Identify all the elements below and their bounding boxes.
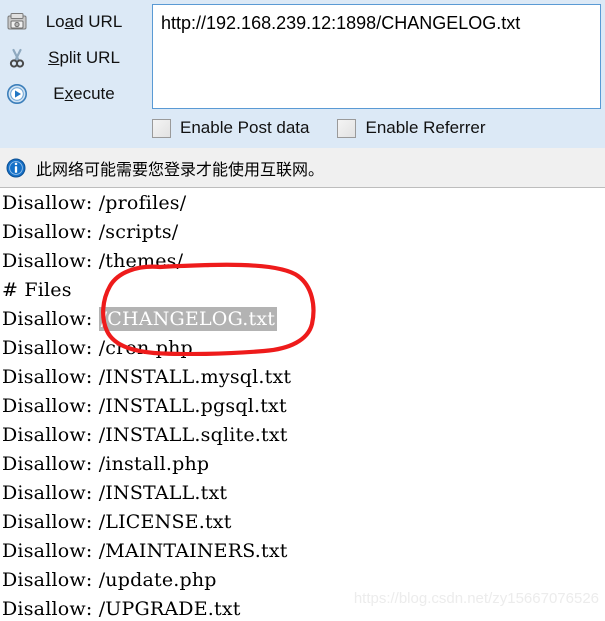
- code-line: Disallow: /INSTALL.sqlite.txt: [0, 421, 605, 450]
- code-line-prefix: # Files: [2, 279, 72, 301]
- code-line: Disallow: /INSTALL.mysql.txt: [0, 363, 605, 392]
- code-line: Disallow: /INSTALL.txt: [0, 479, 605, 508]
- toolbar: Load URL Split URL Execute http://192.16…: [0, 0, 605, 148]
- code-line-prefix: Disallow:: [2, 366, 99, 388]
- code-line-path: /INSTALL.pgsql.txt: [98, 395, 287, 417]
- code-line-path: /INSTALL.sqlite.txt: [98, 424, 288, 446]
- scissors-icon: [4, 45, 30, 71]
- code-line: Disallow: /INSTALL.pgsql.txt: [0, 392, 605, 421]
- code-line-prefix: Disallow:: [2, 192, 99, 214]
- code-line-path: /install.php: [98, 453, 210, 475]
- code-line-prefix: Disallow:: [2, 598, 99, 620]
- code-line: Disallow: /CHANGELOG.txt: [0, 305, 605, 334]
- toolbar-action-list: Load URL Split URL Execute: [0, 4, 150, 112]
- code-line-prefix: Disallow:: [2, 453, 99, 475]
- code-line-path: /CHANGELOG.txt: [98, 307, 278, 331]
- code-line-path: /themes/: [98, 250, 184, 272]
- play-icon: [4, 81, 30, 107]
- load-url-label: Load URL: [45, 12, 123, 31]
- code-line-prefix: Disallow:: [2, 250, 99, 272]
- code-line-path: /LICENSE.txt: [98, 511, 232, 533]
- code-line-prefix: Disallow:: [2, 221, 99, 243]
- enable-referrer-label: Enable Referrer: [365, 118, 486, 137]
- split-url-button[interactable]: Split URL: [0, 40, 150, 76]
- url-input[interactable]: http://192.168.239.12:1898/CHANGELOG.txt: [152, 4, 601, 109]
- options-row: Enable Post data Enable Referrer: [152, 118, 514, 138]
- code-line-path: /cron.php: [98, 337, 193, 359]
- drive-icon: [4, 9, 30, 35]
- checkbox-box[interactable]: [152, 118, 171, 138]
- code-line-path: /profiles/: [98, 192, 187, 214]
- code-line: Disallow: /MAINTAINERS.txt: [0, 537, 605, 566]
- code-line: Disallow: /profiles/: [0, 189, 605, 218]
- execute-label: Execute: [53, 84, 115, 103]
- code-line: Disallow: /install.php: [0, 450, 605, 479]
- code-line: Disallow: /themes/: [0, 247, 605, 276]
- watermark: https://blog.csdn.net/zy15667076526: [353, 590, 599, 607]
- code-line-path: /INSTALL.mysql.txt: [98, 366, 292, 388]
- code-line-path: /update.php: [98, 569, 217, 591]
- code-line: Disallow: /scripts/: [0, 218, 605, 247]
- execute-button[interactable]: Execute: [0, 76, 150, 112]
- checkbox-box[interactable]: [337, 118, 357, 138]
- enable-post-data-label: Enable Post data: [180, 118, 310, 137]
- code-line: Disallow: /cron.php: [0, 334, 605, 363]
- enable-post-data-checkbox[interactable]: Enable Post data: [152, 118, 309, 138]
- info-icon: [6, 158, 26, 178]
- code-line-path: /INSTALL.txt: [98, 482, 228, 504]
- code-line-prefix: Disallow:: [2, 540, 99, 562]
- notification-text: 此网络可能需要您登录才能使用互联网。: [36, 161, 325, 179]
- code-line-path: /UPGRADE.txt: [98, 598, 241, 620]
- code-line-path: /scripts/: [98, 221, 179, 243]
- network-notification-bar[interactable]: 此网络可能需要您登录才能使用互联网。: [0, 148, 605, 188]
- enable-referrer-checkbox[interactable]: Enable Referrer: [337, 118, 486, 138]
- code-line-prefix: Disallow:: [2, 424, 99, 446]
- code-line-prefix: Disallow:: [2, 395, 99, 417]
- code-line: # Files: [0, 276, 605, 305]
- code-line: Disallow: /LICENSE.txt: [0, 508, 605, 537]
- code-line-prefix: Disallow:: [2, 482, 99, 504]
- split-url-label: Split URL: [48, 48, 120, 67]
- robots-txt-content: Disallow: /profiles/Disallow: /scripts/D…: [0, 189, 605, 621]
- code-line-prefix: Disallow:: [2, 569, 99, 591]
- code-line-prefix: Disallow:: [2, 308, 99, 330]
- code-line-prefix: Disallow:: [2, 511, 99, 533]
- code-line-path: /MAINTAINERS.txt: [98, 540, 288, 562]
- code-line-prefix: Disallow:: [2, 337, 99, 359]
- load-url-button[interactable]: Load URL: [0, 4, 150, 40]
